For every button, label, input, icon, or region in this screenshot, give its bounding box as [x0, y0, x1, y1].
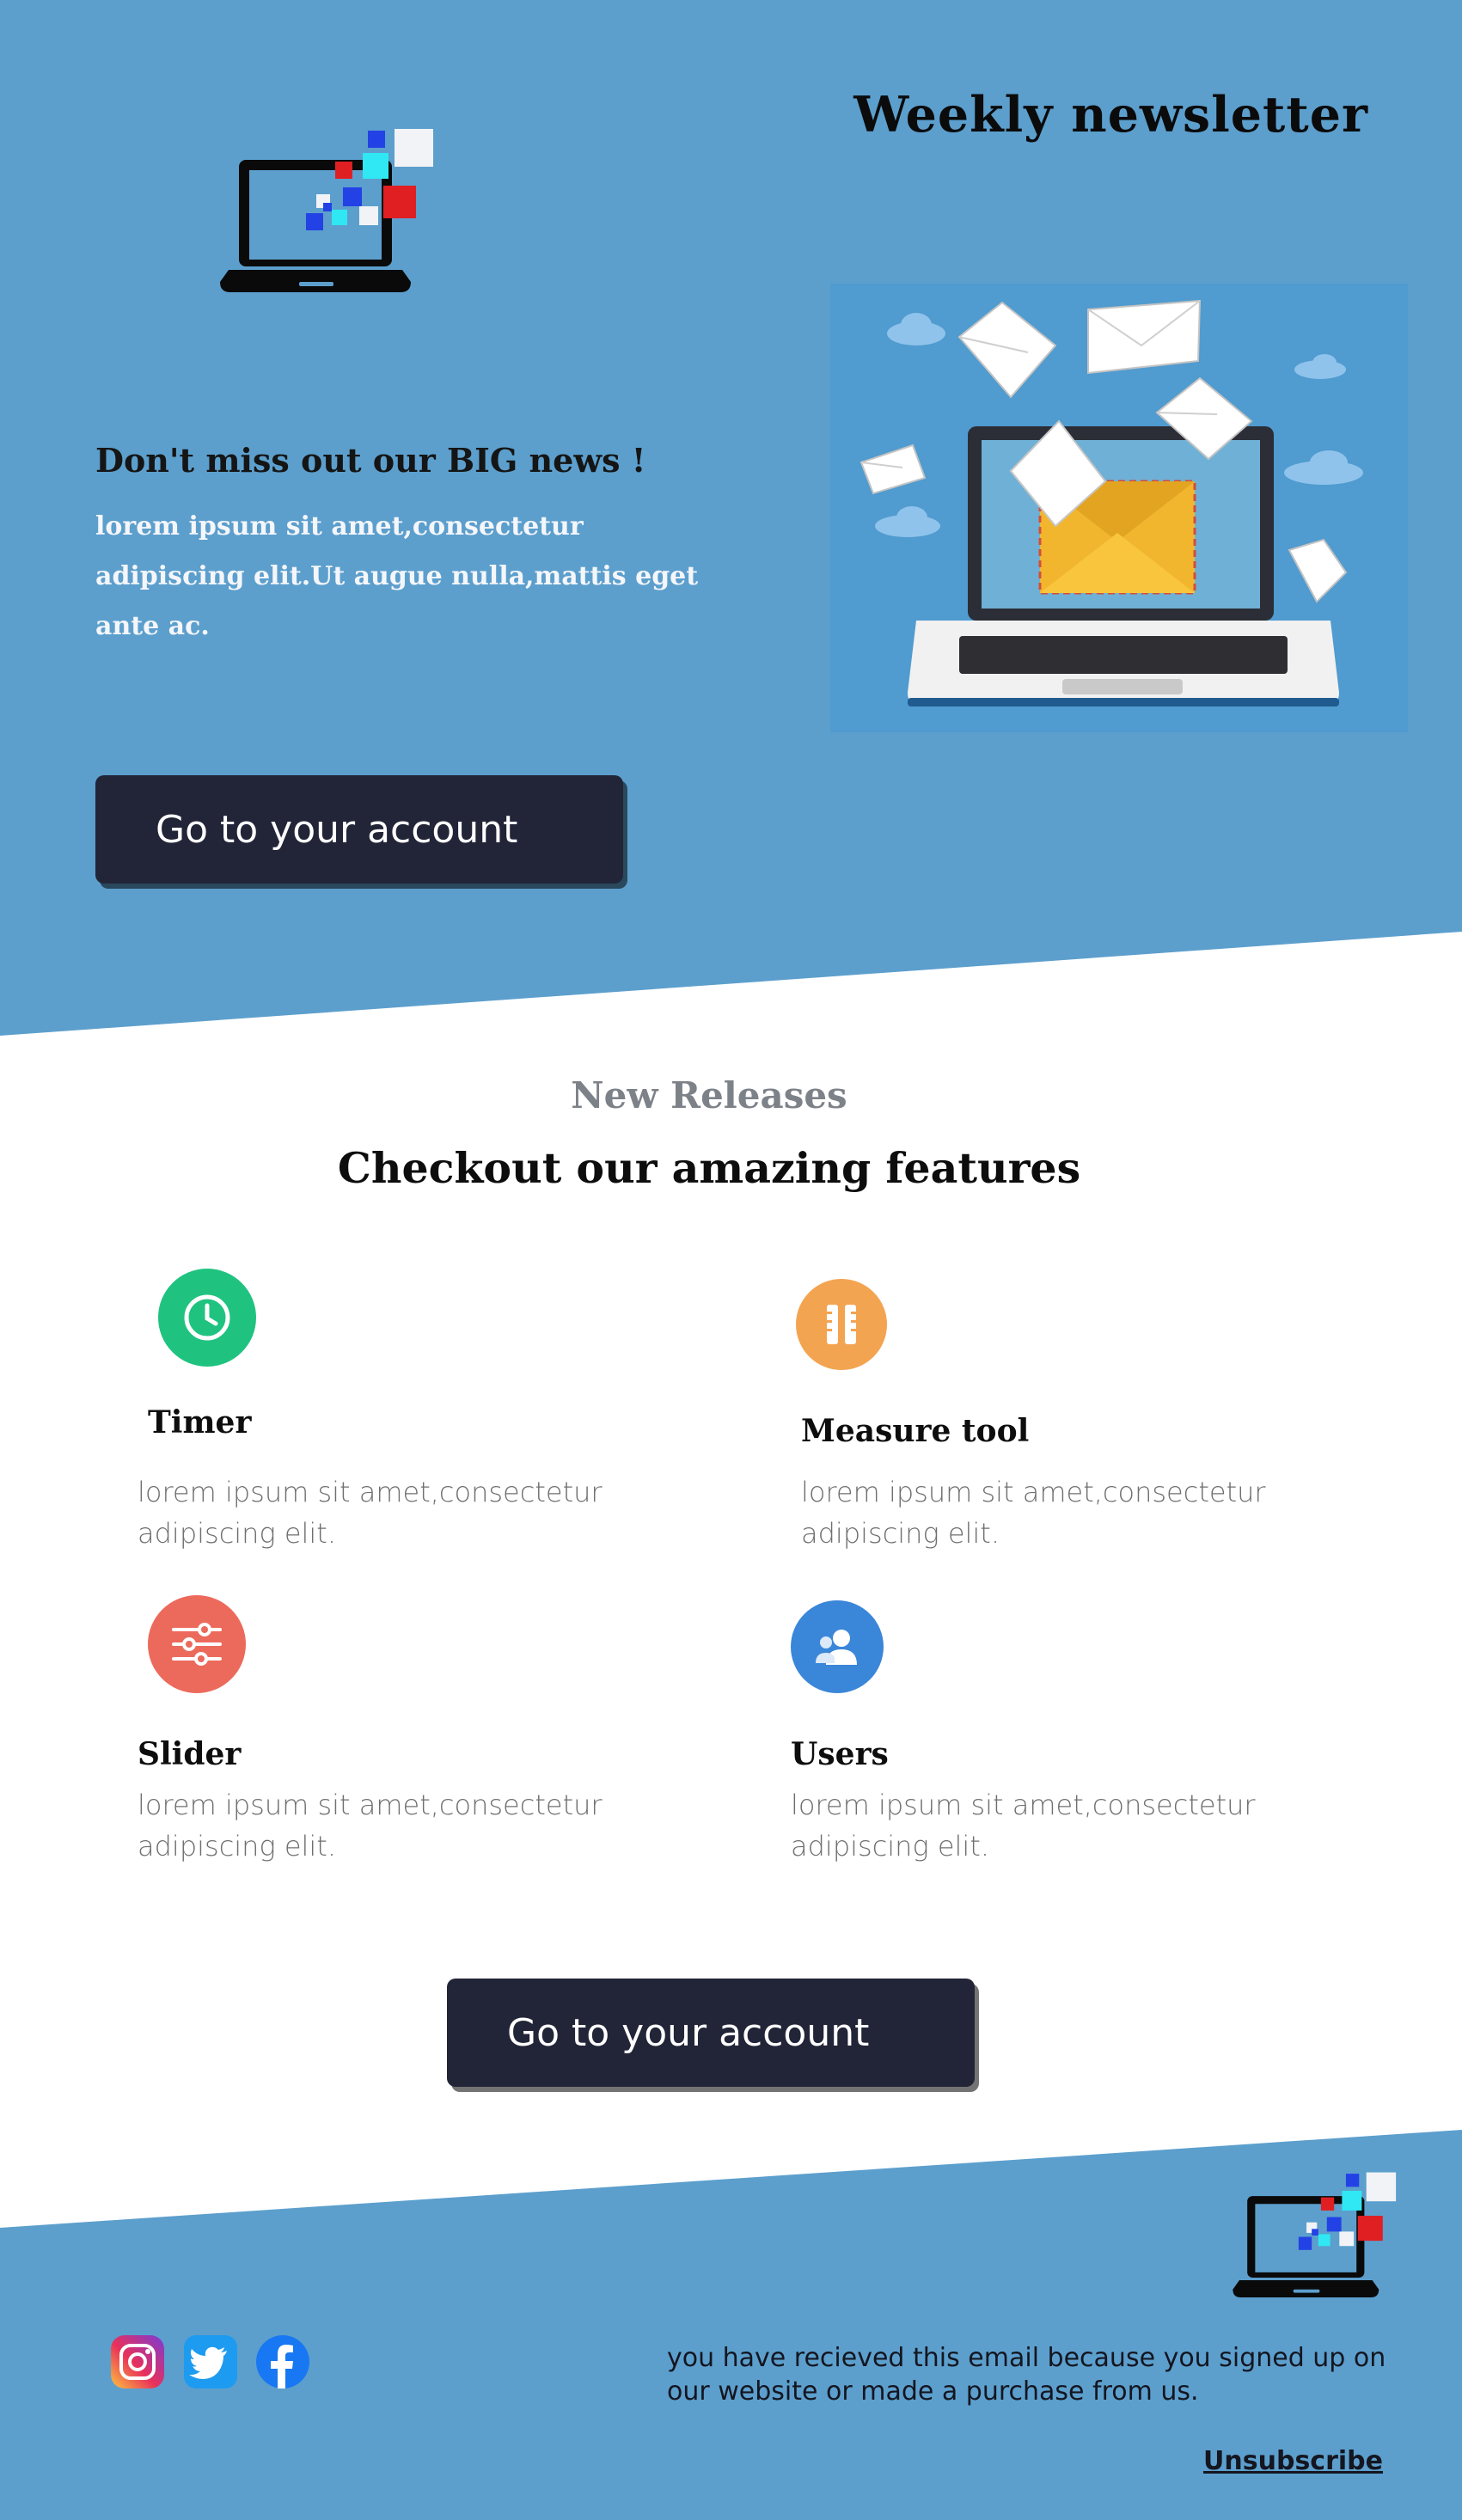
feature-title-slider: Slider — [138, 1736, 242, 1772]
footer-note: you have recieved this email because you… — [667, 2343, 1386, 2407]
feature-desc-timer: lorem ipsum sit amet,consectetur adipisc… — [138, 1476, 603, 1550]
feature-title-timer: Timer — [148, 1404, 252, 1440]
hero-intro-text: lorem ipsum sit amet,consectetur adipisc… — [95, 511, 699, 641]
unsubscribe-link[interactable]: Unsubscribe — [1203, 2446, 1383, 2476]
newsletter-title: Weekly newsletter — [853, 86, 1368, 144]
section-eyebrow: New Releases — [571, 1074, 847, 1116]
feature-desc-users: lorem ipsum sit amet,consectetur adipisc… — [791, 1789, 1256, 1862]
twitter-icon[interactable] — [182, 2333, 239, 2390]
feature-title-measure-tool: Measure tool — [801, 1413, 1030, 1449]
feature-desc-slider: lorem ipsum sit amet,consectetur adipisc… — [138, 1789, 603, 1862]
users-icon — [791, 1600, 884, 1693]
feature-title-users: Users — [791, 1736, 889, 1772]
feature-desc-measure-tool: lorem ipsum sit amet,consectetur adipisc… — [801, 1476, 1266, 1550]
laptop-envelopes-illustration — [830, 284, 1408, 732]
instagram-icon[interactable] — [109, 2333, 166, 2390]
go-to-account-button[interactable]: Go to your account — [95, 775, 623, 884]
sliders-icon — [148, 1595, 246, 1693]
go-to-account-button-bottom[interactable]: Go to your account — [447, 1979, 975, 2087]
clock-icon — [158, 1269, 256, 1367]
hero-headline: Don't miss out our BIG news ! — [95, 441, 646, 480]
ruler-icon — [796, 1279, 887, 1370]
laptop-pixels-icon-footer — [1233, 2171, 1398, 2300]
facebook-icon[interactable] — [254, 2333, 311, 2390]
section-title: Checkout our amazing features — [337, 1143, 1081, 1193]
laptop-pixels-icon — [220, 127, 435, 296]
